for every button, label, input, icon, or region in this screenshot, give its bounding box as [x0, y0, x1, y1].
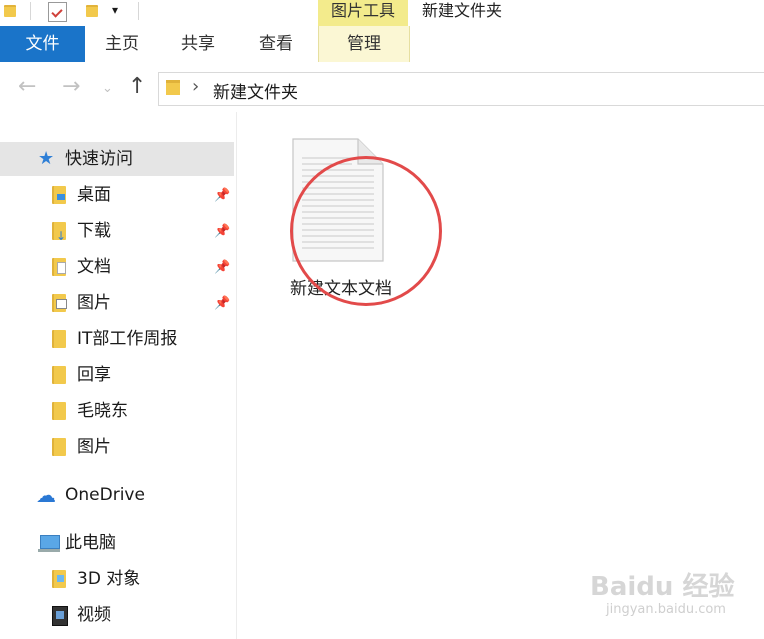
- sidebar-item-label: 文档: [77, 257, 111, 277]
- sidebar-item-label: 桌面: [77, 185, 111, 205]
- back-arrow-icon[interactable]: ←: [18, 62, 36, 112]
- tab-share[interactable]: 共享: [168, 26, 228, 62]
- new-folder-icon[interactable]: [86, 5, 98, 17]
- divider: [30, 2, 31, 20]
- folder-icon: [52, 438, 66, 456]
- customize-quick-access-button[interactable]: ▾: [112, 3, 118, 17]
- desktop-folder-icon: [52, 186, 66, 204]
- videos-folder-icon: [52, 606, 68, 626]
- recent-locations-chevron-icon[interactable]: ⌄: [102, 64, 113, 114]
- sidebar-item-label: 下载: [77, 221, 111, 241]
- annotation-circle: [290, 156, 442, 306]
- sidebar-item-this-pc[interactable]: 此电脑: [0, 526, 234, 560]
- pin-icon[interactable]: 📌: [214, 287, 230, 321]
- picture-tools-label: 图片工具: [318, 0, 408, 26]
- sidebar-item-videos[interactable]: 视频: [0, 598, 234, 632]
- sidebar-item-label: OneDrive: [65, 485, 145, 505]
- sidebar-item-huixiang[interactable]: 回享: [0, 358, 234, 392]
- tab-view[interactable]: 查看: [246, 26, 306, 62]
- forward-arrow-icon[interactable]: →: [62, 62, 80, 112]
- folder-icon: [4, 5, 16, 17]
- sidebar-item-documents[interactable]: 文档 📌: [0, 250, 234, 284]
- sidebar-item-pictures-2[interactable]: 图片: [0, 430, 234, 464]
- sidebar-item-label: 毛晓东: [77, 401, 128, 421]
- documents-folder-icon: [52, 258, 66, 276]
- folder-icon: [166, 80, 180, 95]
- path-chevron-icon[interactable]: ›: [192, 76, 199, 97]
- breadcrumb-current-folder[interactable]: 新建文件夹: [213, 78, 298, 103]
- sidebar-item-downloads[interactable]: ↓ 下载 📌: [0, 214, 234, 248]
- divider: [138, 2, 139, 20]
- sidebar-item-label: 此电脑: [65, 533, 116, 553]
- tab-manage[interactable]: 管理: [318, 26, 410, 62]
- pin-icon[interactable]: 📌: [214, 215, 230, 249]
- sidebar-item-it-weekly-report[interactable]: IT部工作周报: [0, 322, 234, 356]
- baidu-jingyan-watermark: Baidu 经验 jingyan.baidu.com: [586, 560, 756, 630]
- pictures-folder-icon: [52, 294, 67, 312]
- pin-icon[interactable]: 📌: [214, 179, 230, 213]
- sidebar-item-onedrive[interactable]: ☁ OneDrive: [0, 478, 234, 512]
- downloads-folder-icon: ↓: [52, 222, 66, 243]
- sidebar-item-3d-objects[interactable]: 3D 对象: [0, 562, 234, 596]
- cloud-icon: ☁: [36, 483, 56, 507]
- sidebar-item-quick-access[interactable]: ★ 快速访问: [0, 142, 234, 176]
- tab-file[interactable]: 文件: [0, 26, 85, 62]
- tab-home[interactable]: 主页: [92, 26, 152, 62]
- sidebar-item-label: 图片: [77, 437, 111, 457]
- properties-checklist-icon[interactable]: [48, 2, 67, 22]
- sidebar-item-desktop[interactable]: 桌面 📌: [0, 178, 234, 212]
- folder-icon: [52, 330, 66, 348]
- sidebar-item-mao-xiaodong[interactable]: 毛晓东: [0, 394, 234, 428]
- sidebar-item-label: 视频: [77, 605, 111, 625]
- sidebar-item-label: 图片: [77, 293, 111, 313]
- folder-icon: [52, 402, 66, 420]
- window-title: 新建文件夹: [422, 1, 503, 20]
- sidebar-item-label: 回享: [77, 365, 111, 385]
- watermark-brand: Baidu 经验: [590, 572, 735, 602]
- sidebar-item-label: 快速访问: [65, 149, 133, 169]
- sidebar-item-pictures[interactable]: 图片 📌: [0, 286, 234, 320]
- star-icon: ★: [38, 148, 55, 169]
- sidebar-item-label: IT部工作周报: [77, 329, 178, 349]
- pin-icon[interactable]: 📌: [214, 251, 230, 285]
- 3d-objects-folder-icon: [52, 570, 66, 588]
- sidebar-item-label: 3D 对象: [77, 569, 141, 589]
- folder-icon: [52, 366, 66, 384]
- up-arrow-icon[interactable]: ↑: [128, 62, 146, 112]
- computer-icon: [40, 535, 60, 549]
- watermark-url: jingyan.baidu.com: [606, 602, 726, 617]
